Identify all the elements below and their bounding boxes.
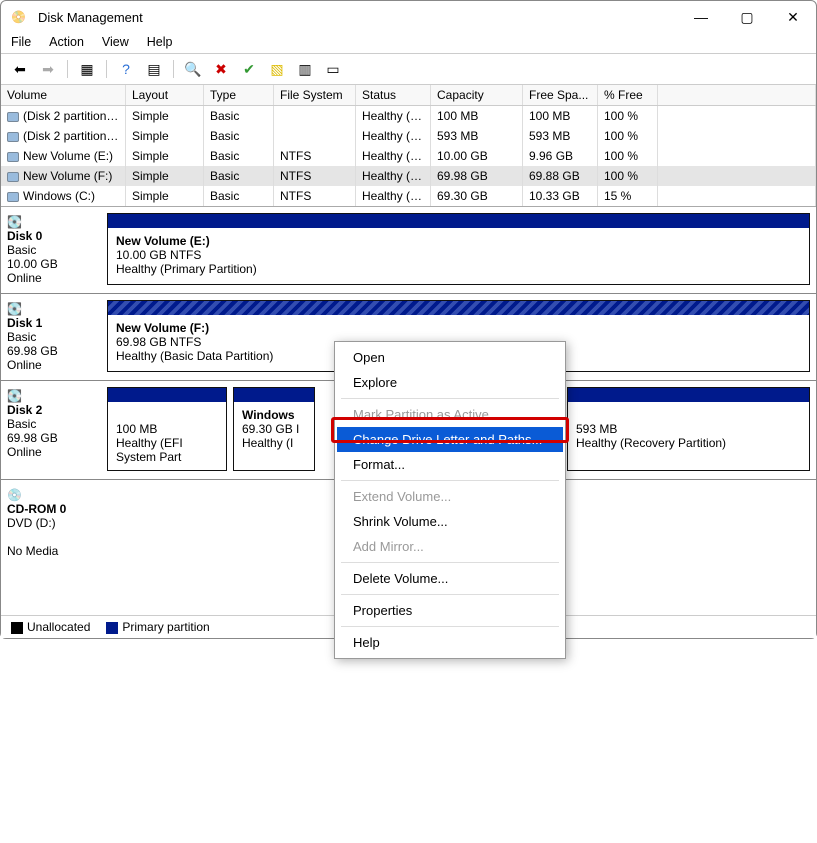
disk-row-0[interactable]: 💽Disk 0 Basic 10.00 GB Online New Volume… xyxy=(1,207,816,294)
title-bar: 📀 Disk Management — ▢ ✕ xyxy=(1,1,816,33)
cdrom-icon: 💿 xyxy=(7,488,22,502)
col-layout[interactable]: Layout xyxy=(126,85,204,105)
details-view-icon[interactable]: ▦ xyxy=(76,58,98,80)
col-volume[interactable]: Volume xyxy=(1,85,126,105)
app-icon: 📀 xyxy=(11,10,26,24)
partition-efi[interactable]: 100 MB Healthy (EFI System Part xyxy=(107,387,227,471)
volume-row[interactable]: New Volume (E:)SimpleBasicNTFSHealthy (P… xyxy=(1,146,816,166)
menu-help[interactable]: Help xyxy=(147,35,173,49)
ctx-help[interactable]: Help xyxy=(337,630,563,655)
new-icon[interactable]: ▧ xyxy=(266,58,288,80)
menu-file[interactable]: File xyxy=(11,35,31,49)
ctx-mirror: Add Mirror... xyxy=(337,534,563,559)
col-status[interactable]: Status xyxy=(356,85,431,105)
disk-icon: 💽 xyxy=(7,215,22,229)
list-icon[interactable]: ▭ xyxy=(322,58,344,80)
ctx-change-drive-letter[interactable]: Change Drive Letter and Paths... xyxy=(337,427,563,452)
ctx-delete[interactable]: Delete Volume... xyxy=(337,566,563,591)
delete-icon[interactable]: ✖ xyxy=(210,58,232,80)
ctx-format[interactable]: Format... xyxy=(337,452,563,477)
menu-view[interactable]: View xyxy=(102,35,129,49)
partition-e[interactable]: New Volume (E:) 10.00 GB NTFS Healthy (P… xyxy=(107,213,810,285)
settings-icon[interactable]: ▤ xyxy=(143,58,165,80)
disk-icon: 💽 xyxy=(7,389,22,403)
disk-icon: 💽 xyxy=(7,302,22,316)
col-fs[interactable]: File System xyxy=(274,85,356,105)
ctx-extend: Extend Volume... xyxy=(337,484,563,509)
minimize-button[interactable]: — xyxy=(678,1,724,33)
volume-row[interactable]: (Disk 2 partition 4)SimpleBasicHealthy (… xyxy=(1,126,816,146)
volume-list-header: Volume Layout Type File System Status Ca… xyxy=(1,85,816,106)
ctx-shrink[interactable]: Shrink Volume... xyxy=(337,509,563,534)
help-icon[interactable]: ? xyxy=(115,58,137,80)
toolbar: ⬅ ➡ ▦ ? ▤ 🔍 ✖ ✔ ▧ ▥ ▭ xyxy=(1,53,816,85)
volume-row[interactable]: (Disk 2 partition 1)SimpleBasicHealthy (… xyxy=(1,106,816,126)
partition-recovery[interactable]: 593 MB Healthy (Recovery Partition) xyxy=(567,387,810,471)
volume-list[interactable]: (Disk 2 partition 1)SimpleBasicHealthy (… xyxy=(1,106,816,206)
col-capacity[interactable]: Capacity xyxy=(431,85,523,105)
close-button[interactable]: ✕ xyxy=(770,1,816,33)
partition-windows[interactable]: Windows 69.30 GB I Healthy (I xyxy=(233,387,315,471)
forward-button[interactable]: ➡ xyxy=(37,58,59,80)
menu-action[interactable]: Action xyxy=(49,35,84,49)
refresh-icon[interactable]: 🔍 xyxy=(182,58,204,80)
ctx-explore[interactable]: Explore xyxy=(337,370,563,395)
back-button[interactable]: ⬅ xyxy=(9,58,31,80)
check-icon[interactable]: ✔ xyxy=(238,58,260,80)
col-type[interactable]: Type xyxy=(204,85,274,105)
volume-row[interactable]: Windows (C:)SimpleBasicNTFSHealthy (B...… xyxy=(1,186,816,206)
window-title: Disk Management xyxy=(38,10,143,25)
menu-bar: File Action View Help xyxy=(1,33,816,53)
col-pct[interactable]: % Free xyxy=(598,85,658,105)
context-menu: Open Explore Mark Partition as Active Ch… xyxy=(334,341,566,659)
ctx-properties[interactable]: Properties xyxy=(337,598,563,623)
maximize-button[interactable]: ▢ xyxy=(724,1,770,33)
properties-icon[interactable]: ▥ xyxy=(294,58,316,80)
ctx-open[interactable]: Open xyxy=(337,345,563,370)
ctx-mark-active: Mark Partition as Active xyxy=(337,402,563,427)
volume-row[interactable]: New Volume (F:)SimpleBasicNTFSHealthy (B… xyxy=(1,166,816,186)
col-free[interactable]: Free Spa... xyxy=(523,85,598,105)
